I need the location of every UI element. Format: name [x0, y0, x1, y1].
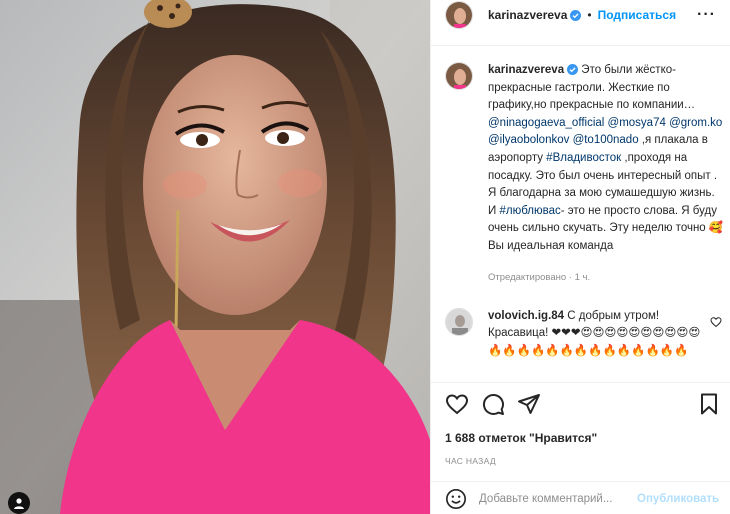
mention-link[interactable]: @ilyaobolonkov — [488, 134, 569, 146]
heart-icon[interactable] — [445, 392, 469, 416]
avatar[interactable] — [445, 1, 473, 29]
tag-people-icon[interactable] — [8, 492, 30, 514]
comment-composer: Опубликовать — [431, 484, 730, 514]
avatar[interactable] — [445, 62, 473, 90]
mention-link[interactable]: @to100nado — [573, 134, 639, 146]
bookmark-icon[interactable] — [697, 392, 721, 416]
mention-link[interactable]: @grom.ko — [669, 117, 722, 129]
hashtag-link[interactable]: #люблювас — [499, 205, 560, 217]
comment-item: volovich.ig.84 С добрым утром! Красавица… — [445, 308, 727, 360]
photo-illustration — [0, 0, 430, 514]
mention-link[interactable]: @ninagogaeva_official — [488, 117, 604, 129]
post-photo[interactable] — [0, 0, 430, 514]
commenter-avatar[interactable] — [445, 308, 473, 336]
post-sidebar: karinazvereva • Подписаться ··· karinazv… — [430, 0, 730, 514]
caption-text: karinazvereva Это были жёстко-прекрасные… — [488, 62, 724, 256]
follow-button[interactable]: Подписаться — [598, 8, 676, 22]
post-caption: karinazvereva Это были жёстко-прекрасные… — [445, 62, 725, 256]
likes-count[interactable]: 1 688 отметок "Нравится" — [445, 431, 597, 445]
verified-icon — [570, 9, 582, 21]
mention-link[interactable]: @mosya74 — [608, 117, 666, 129]
divider — [431, 481, 730, 482]
post-header: karinazvereva • Подписаться — [431, 0, 730, 30]
verified-icon — [567, 64, 579, 76]
post-username[interactable]: karinazvereva — [488, 8, 567, 22]
share-icon[interactable] — [517, 392, 541, 416]
edited-timestamp: Отредактировано · 1 ч. — [488, 272, 591, 283]
hashtag-link[interactable]: #Владивосток — [546, 152, 621, 164]
action-bar — [445, 392, 721, 418]
comment-input[interactable] — [479, 493, 629, 505]
separator-dot: • — [587, 8, 592, 22]
caption-username[interactable]: karinazvereva — [488, 64, 564, 76]
comment-like-icon[interactable] — [710, 316, 722, 328]
divider — [431, 382, 730, 383]
comment-text: volovich.ig.84 С добрым утром! Красавица… — [488, 308, 708, 360]
comment-icon[interactable] — [481, 392, 505, 416]
publish-button[interactable]: Опубликовать — [637, 493, 719, 505]
smiley-icon[interactable] — [445, 488, 467, 510]
commenter-username[interactable]: volovich.ig.84 — [488, 310, 564, 322]
divider — [431, 45, 730, 46]
post-timestamp[interactable]: ЧАС НАЗАД — [445, 456, 496, 466]
more-options-icon[interactable]: ··· — [697, 6, 716, 24]
